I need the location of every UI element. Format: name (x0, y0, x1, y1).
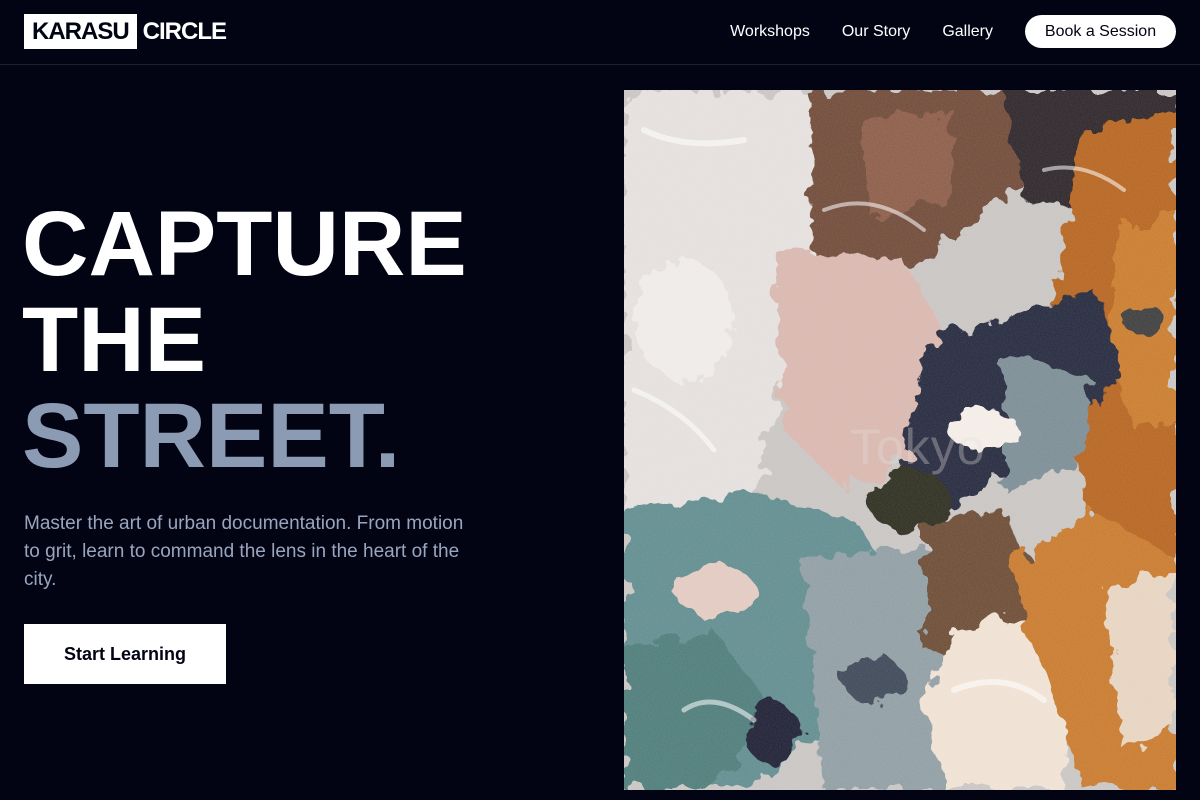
artwork-watermark: Tokyo (850, 419, 986, 475)
site-logo[interactable]: KARASU CIRCLE (24, 14, 227, 49)
hero-artwork-image: Tokyo (624, 90, 1176, 790)
hero-title-line-1: CAPTURE (22, 193, 467, 295)
hero-title-line-2: THE (22, 289, 206, 391)
logo-word-text: CIRCLE (142, 18, 227, 45)
nav-link-workshops[interactable]: Workshops (730, 15, 810, 48)
hero-title-line-3: STREET. (22, 385, 401, 487)
nav-link-gallery[interactable]: Gallery (942, 15, 993, 48)
nav-link-our-story[interactable]: Our Story (842, 15, 910, 48)
logo-box-text: KARASU (24, 14, 137, 49)
hero-title: CAPTURE THE STREET. (22, 196, 467, 484)
hero-subtitle: Master the art of urban documentation. F… (24, 513, 464, 590)
site-header: KARASU CIRCLE Workshops Our Story Galler… (0, 0, 1200, 65)
start-learning-button[interactable]: Start Learning (24, 624, 226, 684)
main-nav: Workshops Our Story Gallery Book a Sessi… (730, 15, 1176, 48)
book-session-button[interactable]: Book a Session (1025, 15, 1176, 48)
